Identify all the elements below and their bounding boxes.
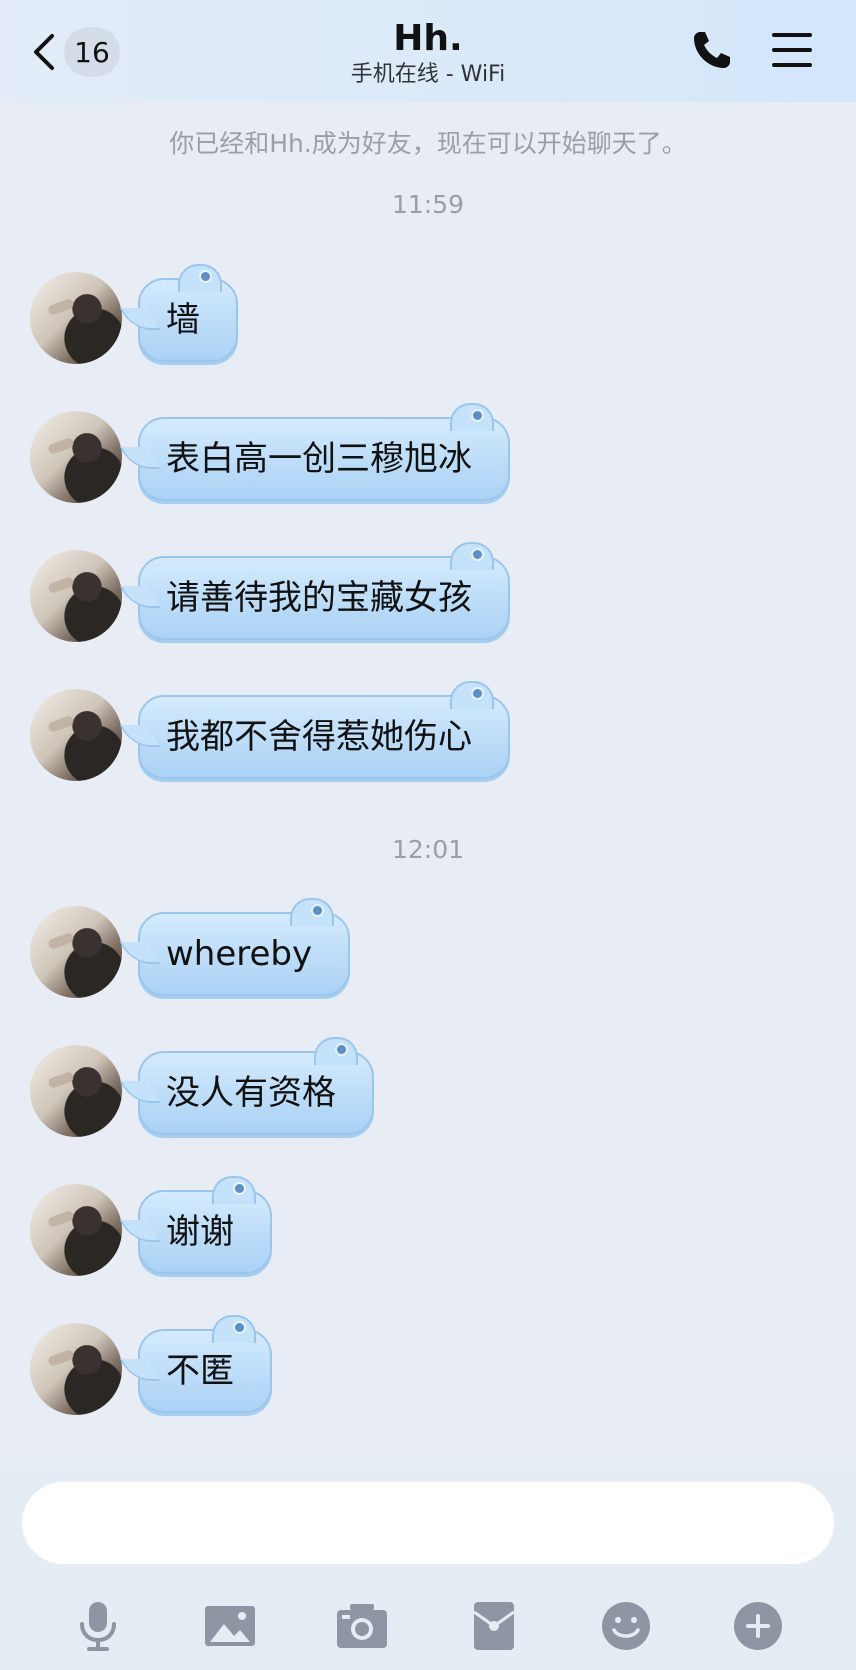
chat-header: 16 Hh. 手机在线 - WiFi: [0, 0, 856, 102]
bubble-ear-decoration: [314, 1037, 358, 1065]
bubble-ear-decoration: [178, 264, 222, 292]
bubble-tail: [119, 1220, 161, 1242]
input-toolbar: [0, 1594, 856, 1660]
message-bubble[interactable]: whereby: [119, 898, 351, 996]
message-text: 不匿: [166, 1351, 234, 1391]
camera-button[interactable]: [330, 1594, 394, 1658]
bubble-tail: [119, 725, 161, 747]
menu-icon[interactable]: [770, 30, 814, 70]
emoji-button[interactable]: [594, 1594, 658, 1658]
microphone-icon: [80, 1602, 116, 1651]
message-bubble[interactable]: 表白高一创三穆旭冰: [119, 403, 510, 501]
bubble-ear-decoration: [212, 1176, 256, 1204]
contact-name: Hh.: [393, 18, 463, 59]
bubble-ear-decoration: [450, 542, 494, 570]
camera-icon: [337, 1604, 387, 1648]
unread-count-badge: 16: [64, 27, 120, 77]
message-row: 不匿: [30, 1315, 830, 1417]
message-text: whereby: [166, 934, 313, 974]
bubble-tail: [119, 1081, 161, 1103]
bubble-tail: [119, 586, 161, 608]
avatar[interactable]: [30, 689, 122, 781]
microphone-button[interactable]: [66, 1594, 130, 1658]
avatar[interactable]: [30, 1045, 122, 1137]
bubble-tail: [119, 308, 161, 330]
bubble-ear-decoration: [212, 1315, 256, 1343]
bubble-eye-decoration: [235, 1184, 244, 1193]
message-bubble[interactable]: 不匿: [119, 1315, 272, 1413]
bubble-ear-decoration: [450, 403, 494, 431]
phone-call-icon[interactable]: [690, 28, 734, 72]
avatar[interactable]: [30, 1184, 122, 1276]
avatar[interactable]: [30, 906, 122, 998]
chat-title-block[interactable]: Hh. 手机在线 - WiFi: [228, 18, 628, 90]
bubble-eye-decoration: [201, 272, 210, 281]
timestamp: 12:01: [391, 835, 465, 864]
message-bubble[interactable]: 请善待我的宝藏女孩: [119, 542, 510, 640]
bubble-tail: [119, 1359, 161, 1381]
red-packet-icon: [473, 1602, 515, 1650]
message-bubble[interactable]: 没人有资格: [119, 1037, 374, 1135]
bubble-eye-decoration: [473, 689, 482, 698]
chevron-left-icon: [34, 34, 54, 70]
bubble-eye-decoration: [473, 411, 482, 420]
avatar[interactable]: [30, 1323, 122, 1415]
red-packet-button[interactable]: [462, 1594, 526, 1658]
bubble-eye-decoration: [235, 1323, 244, 1332]
bubble-eye-decoration: [473, 550, 482, 559]
message-text: 表白高一创三穆旭冰: [166, 439, 472, 479]
message-row: 表白高一创三穆旭冰: [30, 403, 830, 505]
message-row: 没人有资格: [30, 1037, 830, 1139]
message-row: 墙: [30, 264, 830, 366]
message-row: 请善待我的宝藏女孩: [30, 542, 830, 644]
bubble-tail: [119, 447, 161, 469]
message-text: 谢谢: [166, 1212, 234, 1252]
message-text: 墙: [166, 300, 200, 340]
message-row: whereby: [30, 898, 830, 1000]
image-button[interactable]: [198, 1594, 262, 1658]
more-button[interactable]: [726, 1594, 790, 1658]
bubble-tail: [119, 942, 161, 964]
emoji-icon: [602, 1602, 650, 1650]
message-row: 我都不舍得惹她伤心: [30, 681, 830, 783]
message-text: 请善待我的宝藏女孩: [166, 578, 472, 618]
friend-added-notice: 你已经和Hh.成为好友，现在可以开始聊天了。: [169, 129, 687, 158]
message-bubble[interactable]: 我都不舍得惹她伤心: [119, 681, 510, 779]
timestamp: 11:59: [391, 190, 465, 219]
bubble-eye-decoration: [337, 1045, 346, 1054]
message-text: 我都不舍得惹她伤心: [166, 717, 472, 757]
plus-icon: [734, 1602, 782, 1650]
input-bar: [0, 1466, 856, 1670]
back-button[interactable]: 16: [30, 24, 120, 80]
bubble-ear-decoration: [450, 681, 494, 709]
message-bubble[interactable]: 谢谢: [119, 1176, 272, 1274]
online-status: 手机在线 - WiFi: [350, 62, 506, 87]
avatar[interactable]: [30, 411, 122, 503]
avatar[interactable]: [30, 550, 122, 642]
avatar[interactable]: [30, 272, 122, 364]
message-text: 没人有资格: [166, 1073, 336, 1113]
image-icon: [205, 1606, 255, 1646]
bubble-ear-decoration: [290, 898, 335, 926]
message-input[interactable]: [22, 1482, 834, 1564]
message-bubble[interactable]: 墙: [119, 264, 238, 362]
message-row: 谢谢: [30, 1176, 830, 1278]
